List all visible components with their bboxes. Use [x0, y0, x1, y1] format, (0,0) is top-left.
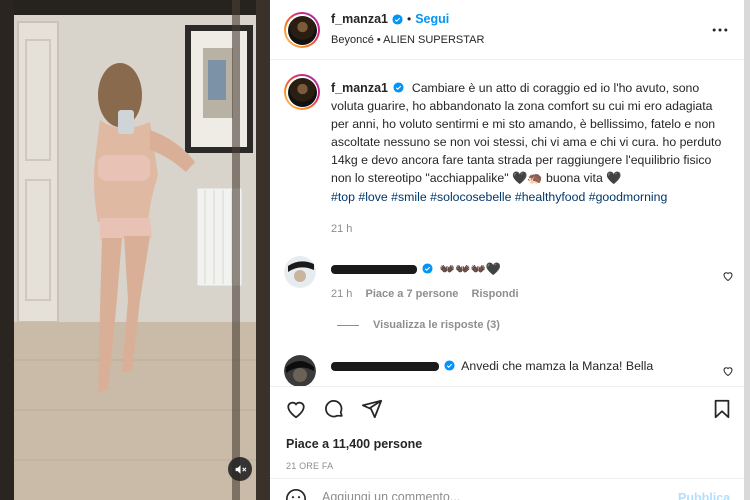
instagram-post-modal: f_manza1 • Segui Beyoncé • ALIEN SUPERST… — [0, 0, 750, 500]
redacted-username — [331, 265, 417, 275]
comment-body: 👐🏿👐🏿👐🏿🖤 — [439, 262, 502, 276]
mute-button[interactable] — [228, 457, 252, 481]
view-replies-button[interactable]: Visualizza le risposte (3) — [337, 319, 500, 331]
caption-username[interactable]: f_manza1 — [331, 81, 388, 95]
follow-button[interactable]: Segui — [415, 12, 449, 26]
comment-text: 👐🏿👐🏿👐🏿🖤 — [331, 262, 501, 277]
more-horizontal-icon[interactable] — [710, 20, 730, 40]
comment-meta: 21 h Piace a 7 persone Rispondi — [331, 288, 529, 300]
send-icon[interactable] — [361, 398, 383, 420]
separator-dot: • — [406, 12, 412, 26]
replies-divider-line — [337, 324, 359, 326]
verified-badge-icon — [422, 263, 433, 274]
heart-icon[interactable] — [285, 398, 307, 420]
author-username[interactable]: f_manza1 — [331, 12, 388, 26]
commenter-avatar[interactable] — [284, 355, 316, 386]
post-details-panel: f_manza1 • Segui Beyoncé • ALIEN SUPERST… — [270, 0, 744, 500]
commenter-avatar[interactable] — [284, 256, 316, 288]
verified-badge-icon — [393, 82, 404, 93]
author-avatar[interactable] — [284, 12, 320, 48]
add-comment-bar: Pubblica — [270, 478, 744, 500]
caption-timestamp[interactable]: 21 h — [331, 223, 352, 235]
redacted-username — [331, 362, 439, 372]
comment-text: Anvedi che mamza la Manza! Bella — [331, 359, 653, 373]
post-actions-bar — [270, 386, 744, 430]
comment-body: Anvedi che mamza la Manza! Bella — [461, 359, 654, 373]
comment-likes[interactable]: Piace a 7 persone — [365, 288, 458, 300]
comment-timestamp[interactable]: 21 h — [331, 288, 352, 300]
comment-icon[interactable] — [323, 398, 345, 420]
post-video[interactable] — [0, 0, 270, 500]
comments-section[interactable]: f_manza1 Cambiare è un atto di coraggio … — [270, 61, 744, 386]
view-replies-label: Visualizza le risposte (3) — [373, 319, 500, 331]
caption-hashtags[interactable]: #top #love #smile #solocosebelle #health… — [331, 190, 667, 204]
publish-button[interactable]: Pubblica — [678, 491, 730, 500]
comment-like-heart-icon[interactable] — [722, 270, 734, 282]
post-caption: f_manza1 Cambiare è un atto di coraggio … — [331, 79, 731, 206]
caption-author-avatar[interactable] — [284, 74, 320, 110]
bookmark-icon[interactable] — [711, 398, 733, 420]
reply-button[interactable]: Rispondi — [472, 288, 519, 300]
emoji-icon[interactable] — [285, 488, 307, 500]
page-scrollbar[interactable] — [744, 0, 750, 500]
verified-badge-icon — [444, 360, 455, 371]
verified-badge-icon — [392, 13, 403, 25]
comment-like-heart-icon[interactable] — [722, 365, 734, 377]
speaker-muted-icon — [235, 464, 246, 474]
post-likes-count[interactable]: Piace a 11,400 persone — [286, 437, 422, 451]
comment-input[interactable] — [322, 490, 652, 500]
post-header: f_manza1 • Segui Beyoncé • ALIEN SUPERST… — [270, 0, 744, 60]
post-timestamp[interactable]: 21 ORE FA — [286, 461, 333, 471]
video-frame — [0, 0, 270, 500]
caption-text: Cambiare è un atto di coraggio ed io l'h… — [331, 81, 722, 186]
audio-track-link[interactable]: Beyoncé • ALIEN SUPERSTAR — [331, 34, 484, 46]
